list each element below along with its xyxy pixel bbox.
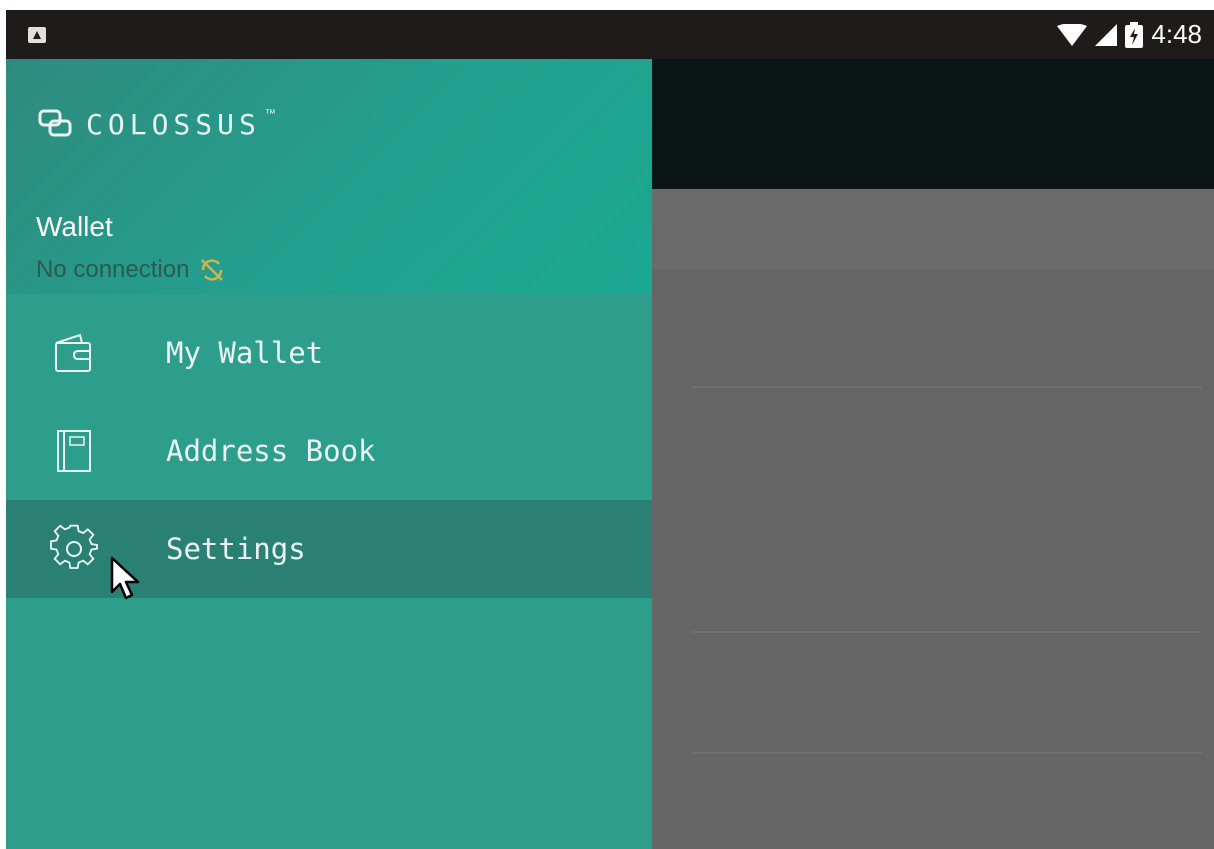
drawer-header: COLOSSUS ™ Wallet No connection: [6, 59, 652, 294]
app-content-band: [652, 189, 1214, 269]
app-toolbar: [652, 59, 1214, 189]
drawer-item-settings[interactable]: Settings: [6, 500, 652, 598]
status-time: 4:48: [1151, 19, 1202, 49]
colossus-logo-icon: [38, 109, 72, 137]
app-notification-icon: [28, 27, 46, 43]
address-book-icon: [48, 425, 100, 477]
drawer-menu: My Wallet Address Book Settings: [6, 304, 652, 598]
device-screen: 4:48 COLOSSUS ™ Wallet No connection My …: [6, 10, 1214, 849]
brand: COLOSSUS ™: [38, 107, 276, 141]
connection-status: No connection: [36, 256, 225, 284]
drawer-item-my-wallet[interactable]: My Wallet: [6, 304, 652, 402]
status-bar: 4:48: [6, 10, 1214, 59]
battery-charging-icon: [1125, 21, 1144, 48]
wallet-title: Wallet: [36, 211, 113, 242]
sync-off-icon: [201, 259, 224, 281]
wifi-icon: [1057, 23, 1088, 46]
app-content-scrim[interactable]: [652, 189, 1214, 849]
wallet-icon: [48, 327, 100, 379]
mouse-pointer-icon: [110, 556, 140, 600]
cell-signal-icon: [1095, 23, 1118, 46]
navigation-drawer: COLOSSUS ™ Wallet No connection My Walle…: [6, 59, 652, 849]
drawer-item-label: My Wallet: [166, 336, 324, 370]
status-icons: 4:48: [1057, 10, 1202, 59]
drawer-item-label: Address Book: [166, 434, 376, 468]
list-divider: [692, 752, 1202, 754]
gear-icon: [48, 523, 100, 575]
list-divider: [692, 386, 1202, 388]
brand-trademark: ™: [264, 108, 276, 120]
list-divider: [692, 631, 1202, 633]
brand-name: COLOSSUS: [86, 107, 261, 141]
connection-status-text: No connection: [36, 256, 190, 283]
drawer-item-label: Settings: [166, 532, 306, 566]
drawer-item-address-book[interactable]: Address Book: [6, 402, 652, 500]
